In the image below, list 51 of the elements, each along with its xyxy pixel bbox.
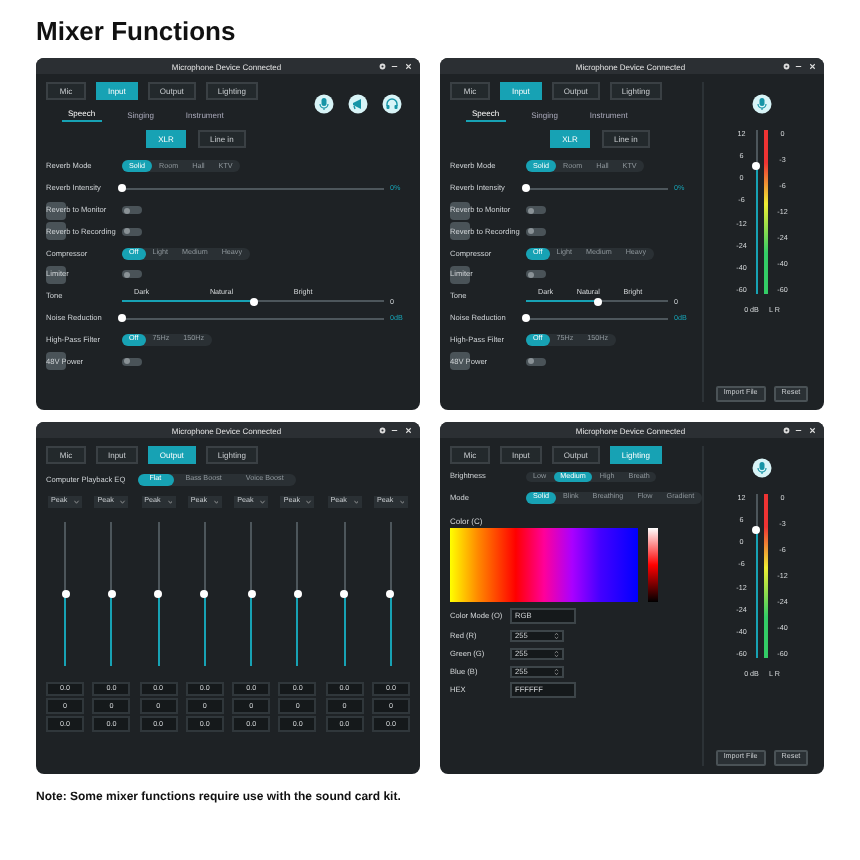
caret-icon xyxy=(120,499,126,504)
caret-icon xyxy=(213,499,219,504)
close-icon[interactable] xyxy=(403,61,412,71)
color-spectrum[interactable] xyxy=(450,528,638,603)
spinner-icon[interactable] xyxy=(554,649,559,658)
toggle-switch[interactable] xyxy=(526,206,546,215)
caret-icon xyxy=(306,499,312,504)
caret-icon xyxy=(74,499,79,504)
caret-icon xyxy=(353,499,359,504)
slider-thumb[interactable] xyxy=(522,184,530,193)
slider-thumb[interactable] xyxy=(752,162,761,171)
slider-thumb[interactable] xyxy=(293,590,302,599)
slider-thumb[interactable] xyxy=(61,590,69,599)
lightness-strip[interactable] xyxy=(648,528,658,603)
microphone-icon[interactable] xyxy=(314,94,334,114)
slider-thumb[interactable] xyxy=(247,590,256,599)
slider-thumb[interactable] xyxy=(107,590,116,599)
toggle-switch[interactable] xyxy=(526,227,546,236)
headphones-icon[interactable] xyxy=(382,94,402,114)
slider-thumb[interactable] xyxy=(118,184,126,193)
toggle-switch[interactable] xyxy=(526,357,546,366)
slider-thumb[interactable] xyxy=(386,590,395,599)
slider-thumb[interactable] xyxy=(340,590,349,599)
settings-icon[interactable] xyxy=(781,61,790,71)
slider-thumb[interactable] xyxy=(752,526,761,535)
microphone-icon[interactable] xyxy=(752,94,772,114)
slider-thumb[interactable] xyxy=(118,314,126,323)
spinner-icon[interactable] xyxy=(554,631,559,640)
settings-icon[interactable] xyxy=(377,425,386,435)
slider-thumb[interactable] xyxy=(593,297,601,306)
toggle-switch[interactable] xyxy=(122,270,142,279)
toggle-switch[interactable] xyxy=(526,270,546,279)
close-icon[interactable] xyxy=(807,425,816,435)
settings-icon[interactable] xyxy=(377,61,386,71)
close-icon[interactable] xyxy=(403,425,412,435)
toggle-switch[interactable] xyxy=(122,357,142,366)
slider-thumb[interactable] xyxy=(200,590,209,599)
slider-thumb[interactable] xyxy=(154,590,163,599)
page-title: Mixer Functions xyxy=(36,16,238,46)
caret-icon xyxy=(260,499,266,504)
microphone-icon[interactable] xyxy=(752,458,772,478)
caret-icon xyxy=(167,499,173,504)
settings-icon[interactable] xyxy=(781,425,790,435)
slider-thumb[interactable] xyxy=(249,297,257,306)
megaphone-icon[interactable] xyxy=(348,94,368,114)
slider-thumb[interactable] xyxy=(522,314,530,323)
toggle-switch[interactable] xyxy=(122,227,142,236)
spinner-icon[interactable] xyxy=(554,667,559,676)
toggle-switch[interactable] xyxy=(122,206,142,215)
close-icon[interactable] xyxy=(807,61,816,71)
caret-icon xyxy=(399,499,405,504)
